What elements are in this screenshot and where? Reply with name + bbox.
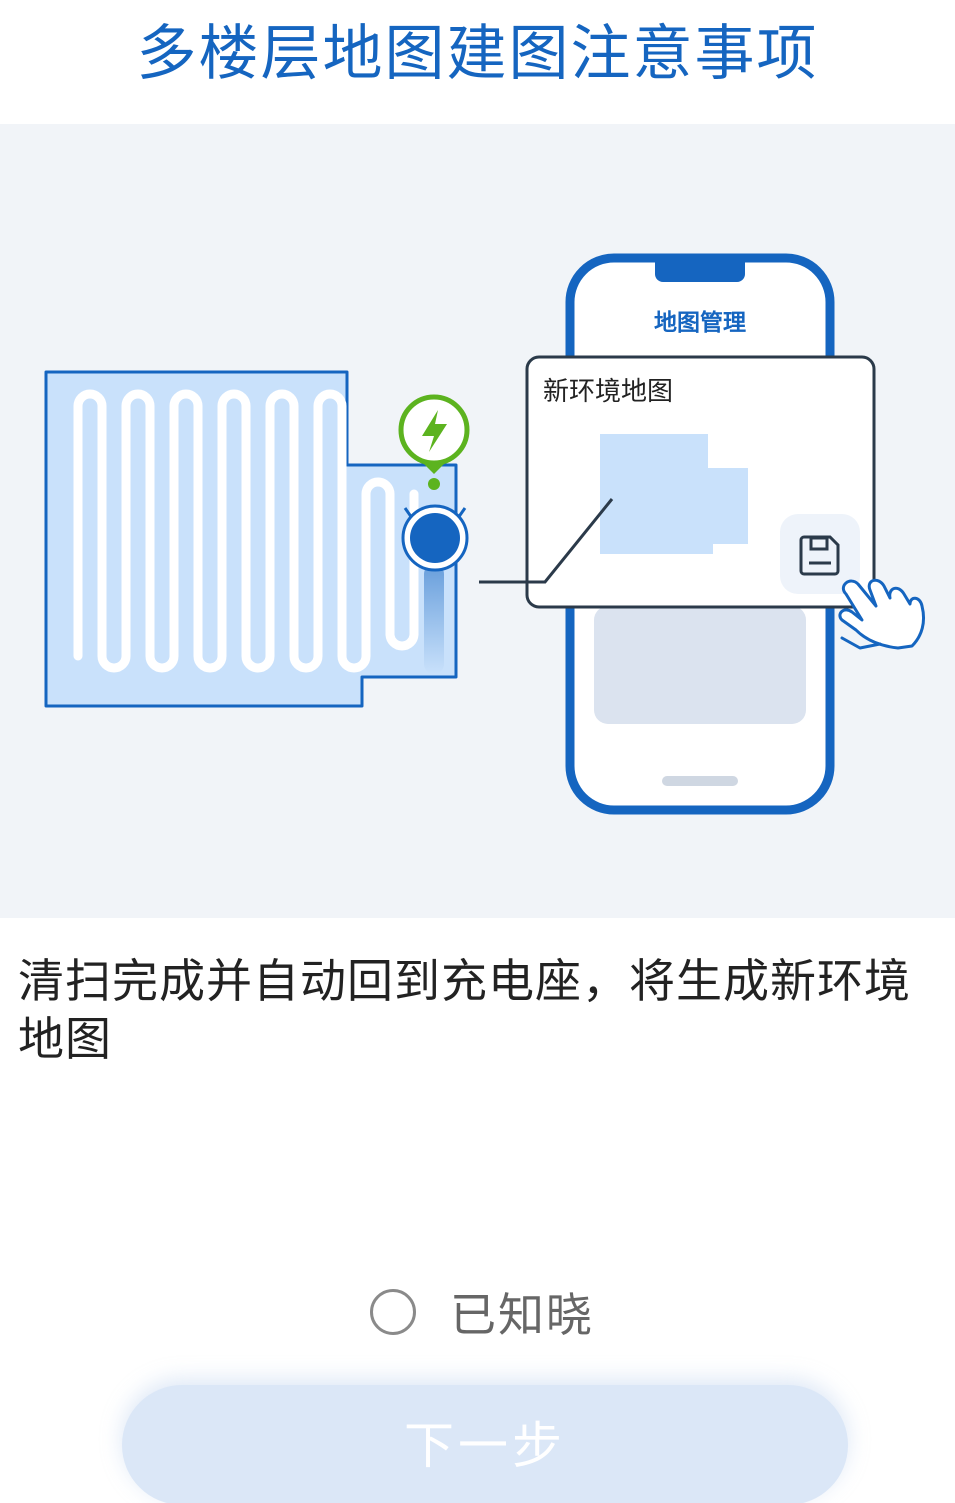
onboarding-page: 多楼层地图建图注意事项 地图管理 新环境地图 清扫完成并自动回到充电座，将生成新… bbox=[0, 0, 955, 1503]
robot-vacuum-icon bbox=[401, 504, 469, 572]
popup-title: 新环境地图 bbox=[543, 377, 673, 407]
new-map-popup bbox=[479, 355, 876, 609]
illustration-svg: 地图管理 新环境地图 bbox=[44, 253, 926, 815]
hand-pointer-icon bbox=[838, 578, 926, 650]
description-text: 清扫完成并自动回到充电座，将生成新环境地图 bbox=[18, 954, 911, 1066]
phone-header-label: 地图管理 bbox=[654, 309, 746, 336]
acknowledge-label: 已知晓 bbox=[450, 1288, 594, 1342]
next-button[interactable]: 下一步 bbox=[122, 1385, 848, 1503]
acknowledge-checkbox[interactable]: 已知晓 bbox=[370, 1284, 594, 1342]
acknowledge-radio[interactable] bbox=[370, 1289, 416, 1335]
floor-map bbox=[44, 370, 458, 708]
illustration-panel: 地图管理 新环境地图 bbox=[0, 124, 955, 918]
page-title: 多楼层地图建图注意事项 bbox=[136, 19, 819, 89]
